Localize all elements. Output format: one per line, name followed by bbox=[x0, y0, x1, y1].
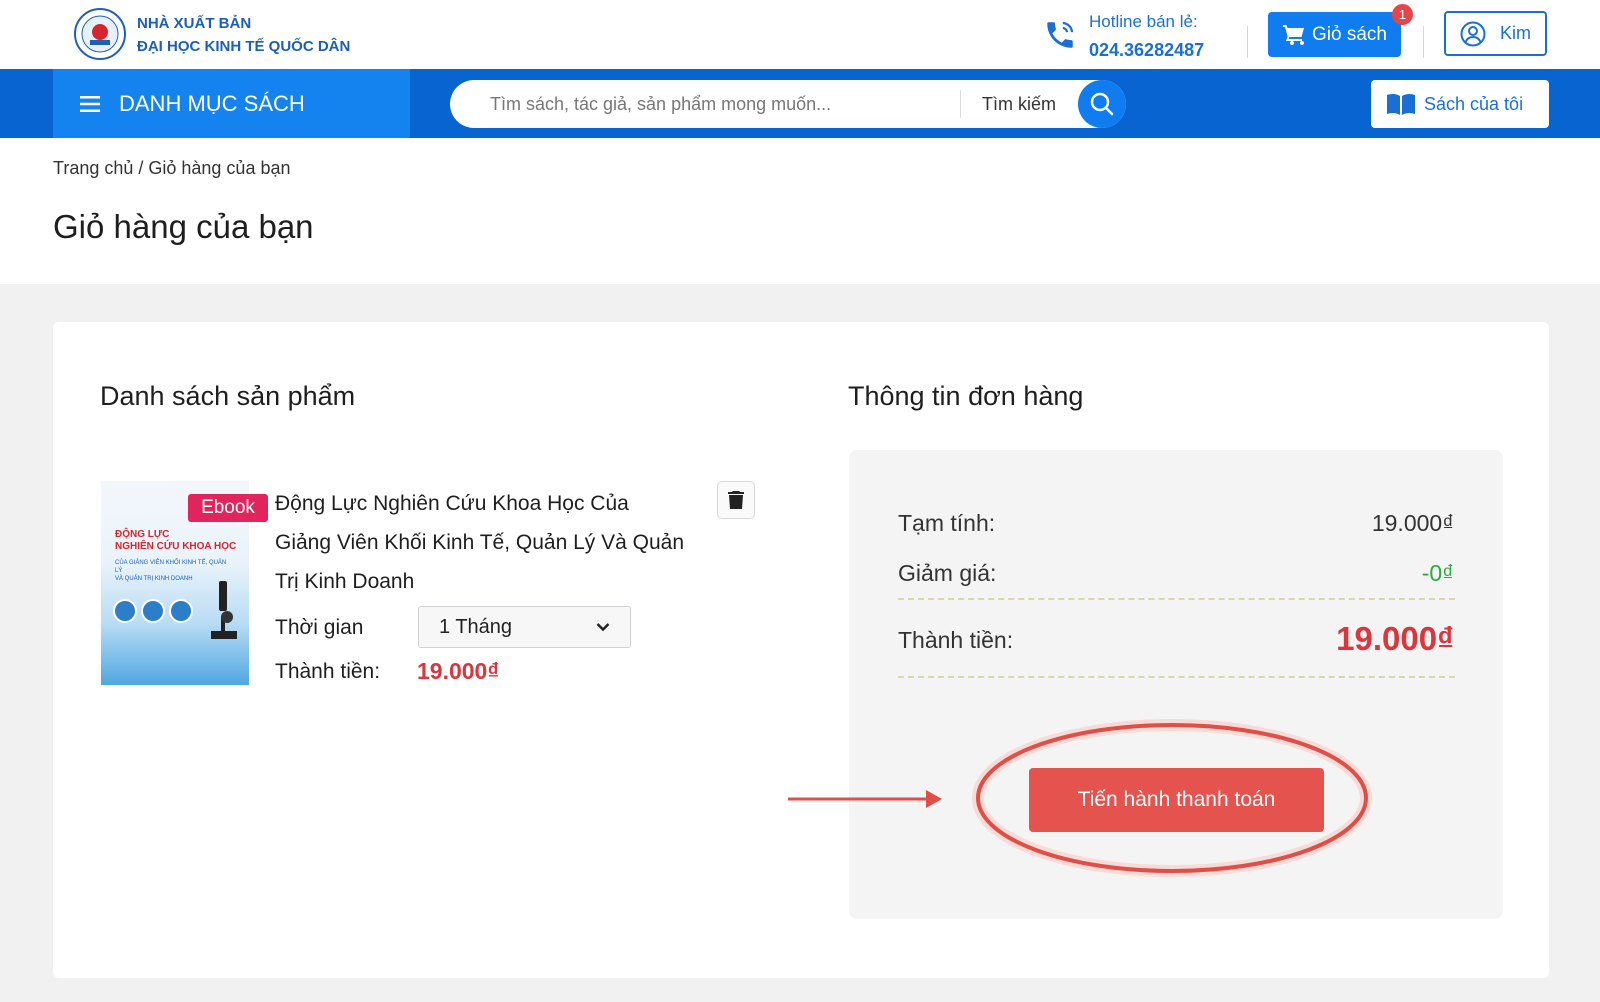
user-account-button[interactable]: Kim bbox=[1444, 11, 1547, 56]
divider bbox=[898, 676, 1455, 678]
breadcrumb[interactable]: Trang chủ / Giỏ hàng của bạn bbox=[53, 158, 291, 179]
search-label: Tìm kiếm bbox=[982, 94, 1056, 114]
trash-icon bbox=[728, 491, 744, 509]
search-icon bbox=[1090, 92, 1114, 116]
search-bar: Tìm kiếm bbox=[450, 80, 1126, 128]
user-name: Kim bbox=[1500, 23, 1531, 43]
order-total-label: Thành tiền: bbox=[898, 627, 1014, 653]
brand-line2: ĐẠI HỌC KINH TẾ QUỐC DÂN bbox=[137, 38, 351, 55]
product-name[interactable]: Động Lực Nghiên Cứu Khoa Học Của Giảng V… bbox=[275, 484, 685, 601]
divider bbox=[960, 90, 961, 118]
category-menu-button[interactable]: DANH MỤC SÁCH bbox=[53, 69, 410, 138]
order-info-title: Thông tin đơn hàng bbox=[848, 381, 1084, 411]
divider bbox=[898, 598, 1455, 600]
phone-icon bbox=[1047, 21, 1074, 48]
cart-icon bbox=[1283, 24, 1304, 45]
time-label: Thời gian bbox=[275, 616, 364, 639]
menu-icon bbox=[80, 95, 100, 112]
search-button[interactable] bbox=[1078, 80, 1126, 128]
category-label: DANH MỤC SÁCH bbox=[119, 90, 305, 116]
brand-name[interactable]: NHÀ XUẤT BẢN ĐẠI HỌC KINH TẾ QUỐC DÂN bbox=[137, 12, 350, 58]
search-input[interactable] bbox=[490, 80, 930, 128]
page-header: Trang chủ / Giỏ hàng của bạn Giỏ hàng củ… bbox=[0, 138, 1600, 284]
subtotal-label: Tạm tính: bbox=[898, 510, 996, 536]
my-books-label: Sách của tôi bbox=[1424, 93, 1524, 114]
rental-period-select[interactable]: 1 Tháng bbox=[418, 606, 631, 648]
hotline-label: Hotline bán lẻ: bbox=[1089, 12, 1198, 31]
user-icon bbox=[1460, 21, 1486, 46]
rental-period-value: 1 Tháng bbox=[439, 615, 513, 638]
hotline-number[interactable]: 024.36282487 bbox=[1089, 36, 1204, 65]
top-bar: NHÀ XUẤT BẢN ĐẠI HỌC KINH TẾ QUỐC DÂN Ho… bbox=[0, 0, 1600, 69]
ebook-badge: Ebook bbox=[188, 494, 268, 522]
logo-seal-icon[interactable] bbox=[74, 8, 126, 60]
brand-line1: NHÀ XUẤT BẢN bbox=[137, 15, 252, 32]
discount-value: -0₫ bbox=[1421, 560, 1454, 586]
item-total-label: Thành tiền: bbox=[275, 660, 381, 683]
divider bbox=[1423, 26, 1424, 58]
hotline[interactable]: Hotline bán lẻ: 024.36282487 bbox=[1089, 7, 1204, 65]
divider bbox=[1247, 26, 1248, 58]
cart-label: Giỏ sách bbox=[1312, 23, 1387, 45]
chevron-down-icon bbox=[596, 623, 610, 632]
book-icon bbox=[1387, 93, 1415, 115]
subtotal-value: 19.000₫ bbox=[1371, 510, 1454, 536]
cart-button[interactable]: Giỏ sách bbox=[1268, 12, 1401, 57]
checkout-button[interactable]: Tiến hành thanh toán bbox=[1029, 768, 1324, 832]
delete-item-button[interactable] bbox=[717, 481, 755, 519]
page-title: Giỏ hàng của bạn bbox=[53, 208, 314, 245]
cart-count-badge: 1 bbox=[1392, 4, 1413, 25]
order-total-value: 19.000₫ bbox=[1336, 620, 1454, 657]
product-list-title: Danh sách sản phẩm bbox=[100, 381, 356, 411]
discount-label: Giảm giá: bbox=[898, 560, 997, 586]
item-total-value: 19.000₫ bbox=[417, 658, 500, 684]
my-books-button[interactable]: Sách của tôi bbox=[1371, 80, 1549, 128]
